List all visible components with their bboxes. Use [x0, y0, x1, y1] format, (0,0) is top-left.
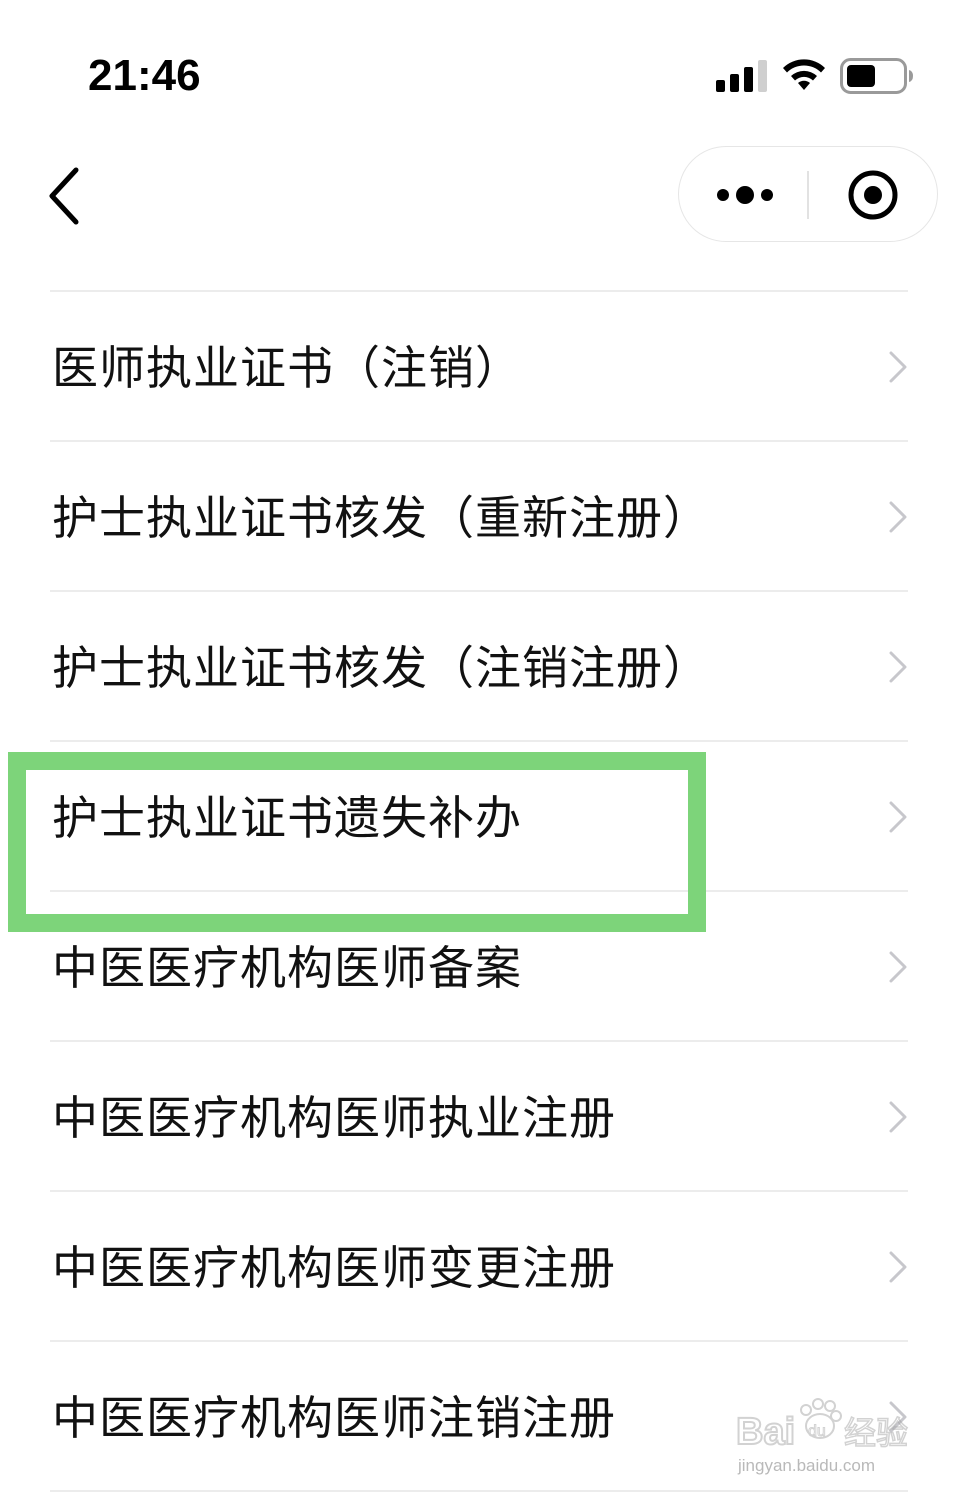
menu-capsule [678, 146, 938, 242]
target-close-icon[interactable] [847, 169, 899, 221]
list-item-label: 护士执业证书核发（注销注册） [52, 641, 710, 695]
capsule-divider [807, 171, 809, 219]
more-dots-icon[interactable] [715, 181, 775, 209]
list-item[interactable]: 医师执业证书（注销） [0, 290, 960, 440]
status-time: 21:46 [88, 51, 201, 100]
nav-bar [0, 130, 960, 260]
chevron-right-icon [889, 351, 907, 383]
svg-text:Bai: Bai [736, 1411, 795, 1453]
list-item[interactable]: 护士执业证书核发（重新注册） [0, 440, 960, 590]
list-item-label: 中医医疗机构医师执业注册 [52, 1091, 616, 1145]
status-bar: 21:46 [0, 0, 960, 130]
list-item-label: 护士执业证书遗失补办 [52, 791, 522, 845]
list-item-label: 医师执业证书（注销） [52, 341, 522, 395]
cellular-signal-icon [716, 60, 767, 92]
battery-icon [840, 58, 913, 94]
list-item[interactable]: 中医医疗机构医师变更注册 [0, 1190, 960, 1340]
chevron-right-icon [889, 951, 907, 983]
list-item[interactable]: 中医医疗机构医师执业注册 [0, 1040, 960, 1190]
service-list: 医师执业证书（注销） 护士执业证书核发（重新注册） 护士执业证书核发（注销注册）… [0, 290, 960, 1492]
list-item-label: 护士执业证书核发（重新注册） [52, 491, 710, 545]
chevron-right-icon [889, 1251, 907, 1283]
chevron-right-icon [889, 501, 907, 533]
chevron-right-icon [889, 801, 907, 833]
list-item-highlighted[interactable]: 护士执业证书遗失补办 [0, 740, 960, 890]
list-item[interactable]: 护士执业证书核发（注销注册） [0, 590, 960, 740]
list-divider [50, 1490, 908, 1492]
svg-text:经验: 经验 [844, 1414, 908, 1452]
list-item-label: 中医医疗机构医师变更注册 [52, 1241, 616, 1295]
list-item-label: 中医医疗机构医师注销注册 [52, 1391, 616, 1445]
back-chevron-icon[interactable] [44, 166, 88, 226]
chevron-right-icon [889, 651, 907, 683]
watermark-url: jingyan.baidu.com [738, 1456, 876, 1475]
wifi-icon [783, 59, 825, 90]
svg-text:du: du [808, 1423, 826, 1440]
list-item-label: 中医医疗机构医师备案 [52, 941, 522, 995]
chevron-right-icon [889, 1101, 907, 1133]
list-item[interactable]: 中医医疗机构医师备案 [0, 890, 960, 1040]
